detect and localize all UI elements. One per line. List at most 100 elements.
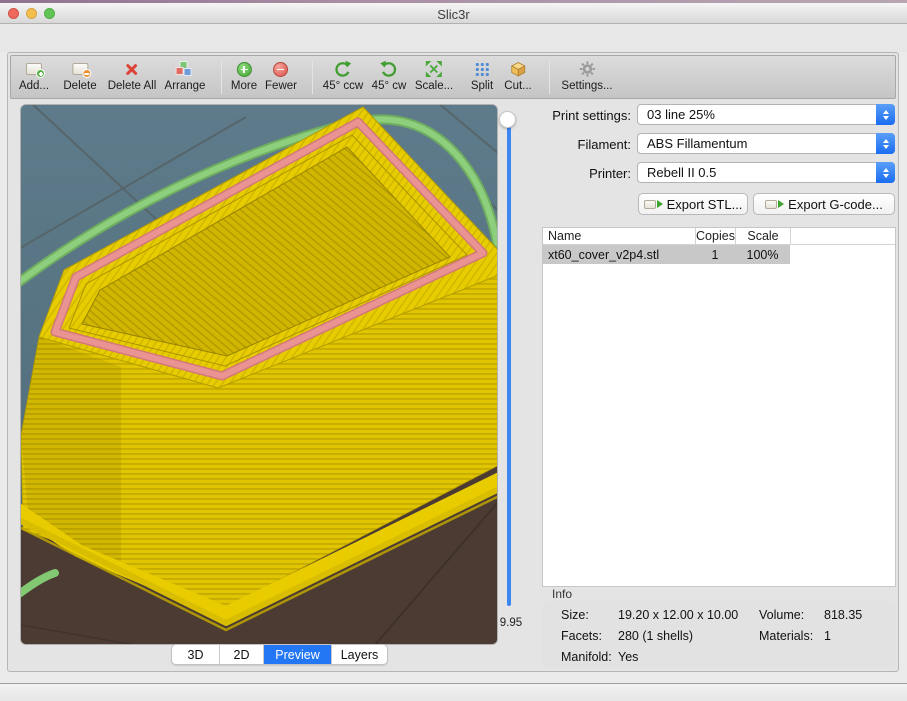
green-arrow-icon (657, 200, 663, 208)
export-gcode-button[interactable]: Export G-code... (753, 193, 895, 215)
viewport-3d[interactable] (20, 104, 498, 645)
box-icon (644, 200, 656, 209)
cut-label: Cut... (504, 80, 531, 92)
size-value: 19.20 x 12.00 x 10.00 (618, 608, 738, 622)
printer-label: Printer: (541, 166, 631, 181)
layer-slider-value: 9.95 (493, 617, 529, 629)
box-plus-icon (26, 59, 42, 79)
column-header-copies[interactable]: Copies (695, 228, 735, 244)
toolbar-separator (221, 61, 222, 94)
layer-slider-knob[interactable] (499, 111, 516, 128)
materials-label: Materials: (759, 629, 813, 643)
materials-value: 1 (824, 629, 831, 643)
toolbar-separator (549, 61, 550, 94)
export-stl-label: Export STL... (667, 197, 743, 212)
rotate-ccw-button[interactable]: 45° ccw (323, 59, 363, 92)
settings-button[interactable]: Settings... (561, 59, 612, 92)
minimize-button[interactable] (26, 8, 38, 20)
view-layers-button[interactable]: Layers (332, 645, 387, 664)
stepper-icon (876, 104, 895, 125)
box-minus-icon (72, 59, 88, 79)
red-minus-circle-icon (273, 59, 288, 79)
manifold-label: Manifold: (561, 650, 612, 664)
render-scene (21, 105, 498, 645)
status-bar (0, 684, 907, 701)
layer-slider-track[interactable] (507, 120, 511, 606)
volume-value: 818.35 (824, 608, 862, 622)
gear-icon (579, 59, 595, 79)
stepper-icon (876, 133, 895, 154)
cell-copies: 1 (695, 245, 735, 264)
view-mode-bar: 3D 2D Preview Layers (171, 644, 388, 665)
filament-select[interactable]: ABS Fillamentum (637, 133, 895, 154)
column-header-name[interactable]: Name (543, 228, 695, 244)
facets-value: 280 (1 shells) (618, 629, 693, 643)
rotate-ccw-label: 45° ccw (323, 80, 363, 92)
object-table: Name Copies Scale xt60_cover_v2p4.stl 1 … (542, 227, 896, 587)
rotate-cw-icon (380, 59, 398, 79)
column-header-scale[interactable]: Scale (735, 228, 790, 244)
print-settings-value: 03 line 25% (638, 107, 876, 122)
scale-label: Scale... (415, 80, 453, 92)
table-row[interactable]: xt60_cover_v2p4.stl 1 100% (543, 245, 790, 264)
cut-cube-icon (509, 59, 527, 79)
green-arrow-icon (778, 200, 784, 208)
cut-button[interactable]: Cut... (504, 59, 531, 92)
content-panel: Add... Delete Delete All Arrange More Fe… (7, 52, 899, 672)
delete-all-button[interactable]: Delete All (108, 59, 157, 92)
rotate-cw-button[interactable]: 45° cw (372, 59, 407, 92)
settings-label: Settings... (561, 80, 612, 92)
delete-label: Delete (63, 80, 96, 92)
rotate-ccw-icon (334, 59, 352, 79)
gear-box-icon (765, 200, 777, 209)
cubes-icon (176, 59, 194, 79)
volume-label: Volume: (759, 608, 804, 622)
size-label: Size: (561, 608, 589, 622)
column-header-empty (790, 228, 895, 244)
cell-name: xt60_cover_v2p4.stl (543, 245, 695, 264)
red-x-icon (124, 59, 140, 79)
view-3d-button[interactable]: 3D (172, 645, 220, 664)
print-settings-select[interactable]: 03 line 25% (637, 104, 895, 125)
scale-arrows-icon (425, 59, 443, 79)
print-settings-label: Print settings: (541, 108, 631, 123)
scale-button[interactable]: Scale... (415, 59, 453, 92)
delete-button[interactable]: Delete (63, 59, 96, 92)
filament-label: Filament: (541, 137, 631, 152)
delete-all-label: Delete All (108, 80, 157, 92)
view-2d-button[interactable]: 2D (220, 645, 264, 664)
split-dots-icon (475, 59, 490, 79)
arrange-button[interactable]: Arrange (165, 59, 206, 92)
zoom-button[interactable] (44, 8, 56, 20)
toolbar: Add... Delete Delete All Arrange More Fe… (10, 55, 896, 99)
green-plus-circle-icon (236, 59, 251, 79)
tab-strip: Plater Print Settings Filament Settings … (0, 24, 907, 52)
toolbar-separator (312, 61, 313, 94)
close-button[interactable] (8, 8, 20, 20)
manifold-value: Yes (618, 650, 638, 664)
more-label: More (231, 80, 257, 92)
arrange-label: Arrange (165, 80, 206, 92)
info-panel: Size: 19.20 x 12.00 x 10.00 Volume: 818.… (542, 601, 896, 668)
split-button[interactable]: Split (471, 59, 493, 92)
view-preview-button[interactable]: Preview (264, 645, 332, 664)
facets-label: Facets: (561, 629, 602, 643)
cell-scale: 100% (735, 245, 790, 264)
add-button[interactable]: Add... (19, 59, 49, 92)
filament-value: ABS Fillamentum (638, 136, 876, 151)
printer-value: Rebell II 0.5 (638, 165, 876, 180)
fewer-button[interactable]: Fewer (265, 59, 297, 92)
more-button[interactable]: More (231, 59, 257, 92)
export-stl-button[interactable]: Export STL... (638, 193, 748, 215)
window-title: Slic3r (0, 7, 907, 22)
fewer-label: Fewer (265, 80, 297, 92)
rotate-cw-label: 45° cw (372, 80, 407, 92)
object-table-header: Name Copies Scale (543, 228, 895, 245)
split-label: Split (471, 80, 493, 92)
export-gcode-label: Export G-code... (788, 197, 883, 212)
add-label: Add... (19, 80, 49, 92)
stepper-icon (876, 162, 895, 183)
info-title: Info (552, 587, 572, 601)
titlebar: Slic3r (0, 3, 907, 24)
printer-select[interactable]: Rebell II 0.5 (637, 162, 895, 183)
